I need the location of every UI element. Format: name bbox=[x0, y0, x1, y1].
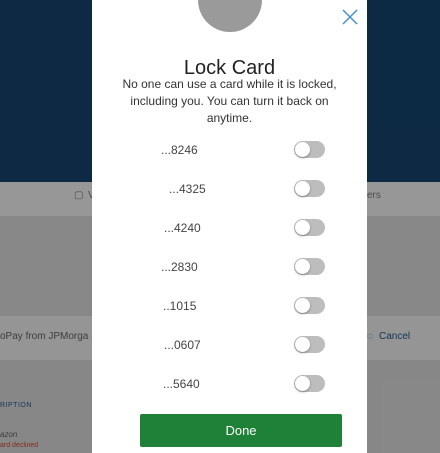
close-button[interactable] bbox=[341, 8, 359, 26]
card-row-1015: ..1015 bbox=[92, 294, 367, 320]
card-row-2830: ...2830 bbox=[92, 255, 367, 281]
card-row-5640: ...5640 bbox=[92, 372, 367, 398]
lock-toggle[interactable] bbox=[294, 219, 325, 236]
card-row-4240: ...4240 bbox=[92, 216, 367, 242]
toggle-knob bbox=[295, 142, 310, 157]
toggle-knob bbox=[295, 259, 310, 274]
toggle-knob bbox=[295, 181, 310, 196]
lock-toggle[interactable] bbox=[294, 258, 325, 275]
lock-card-dialog: Lock Card No one can use a card while it… bbox=[92, 0, 367, 453]
card-row-4325: ...4325 bbox=[92, 177, 367, 203]
card-number: ...4325 bbox=[169, 182, 206, 196]
lock-toggle[interactable] bbox=[294, 141, 325, 158]
card-row-0607: ...0607 bbox=[92, 333, 367, 359]
card-number: ...5640 bbox=[163, 377, 200, 391]
lock-avatar-icon bbox=[198, 0, 262, 32]
toggle-knob bbox=[295, 298, 310, 313]
dialog-description: No one can use a card while it is locked… bbox=[122, 77, 337, 125]
card-number: ..1015 bbox=[163, 299, 197, 313]
toggle-knob bbox=[295, 376, 310, 391]
card-number: ...0607 bbox=[164, 338, 201, 352]
card-number: ...2830 bbox=[161, 260, 198, 274]
lock-toggle[interactable] bbox=[294, 180, 325, 197]
lock-toggle[interactable] bbox=[294, 336, 325, 353]
lock-toggle[interactable] bbox=[294, 297, 325, 314]
toggle-knob bbox=[295, 337, 310, 352]
card-row-8246: ...8246 bbox=[92, 138, 367, 164]
card-number: ...4240 bbox=[164, 221, 201, 235]
card-number: ...8246 bbox=[161, 143, 198, 157]
done-button[interactable]: Done bbox=[140, 414, 342, 447]
lock-toggle[interactable] bbox=[294, 375, 325, 392]
toggle-knob bbox=[295, 220, 310, 235]
close-icon bbox=[342, 9, 358, 25]
